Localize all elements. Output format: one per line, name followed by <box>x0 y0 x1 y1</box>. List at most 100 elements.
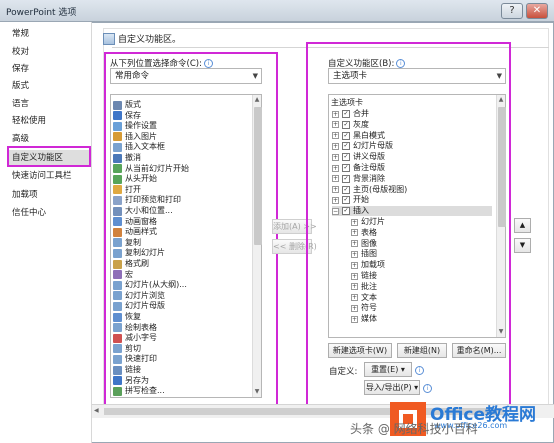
command-item[interactable]: 拼写检查... <box>113 386 165 396</box>
add-button[interactable]: 添加(A) >> <box>272 219 317 234</box>
scroll-up-icon[interactable]: ▲ <box>253 95 261 105</box>
command-list-scrollbar[interactable]: ▲ ▼ <box>252 95 262 397</box>
checkbox-checked-icon[interactable]: ✓ <box>342 131 350 140</box>
checkbox-checked-icon[interactable]: ✓ <box>342 196 350 205</box>
command-item[interactable]: 撤消 <box>113 153 141 163</box>
command-item[interactable]: 减小字号 <box>113 333 157 343</box>
new-group-button[interactable]: 新建组(N) <box>397 343 447 358</box>
checkbox-checked-icon[interactable]: ✓ <box>342 120 350 129</box>
expand-icon[interactable]: + <box>351 229 358 237</box>
command-item[interactable]: 打开 <box>113 185 141 195</box>
tree-group-item[interactable]: + 加载项 <box>351 260 385 270</box>
command-item[interactable]: 版式 <box>113 100 141 110</box>
command-list[interactable]: 版式 保存 操作设置 插入图片 插入文本框 撤消 从当前幻灯片开始 从头开始 打开 打印预览和打印… <box>110 94 262 398</box>
tree-group-item[interactable]: + 媒体 <box>351 314 377 324</box>
tree-group-item[interactable]: + 插图 <box>351 249 377 259</box>
ribbon-tree[interactable]: 主选项卡 + ✓ 合并 + ✓ 灰度 + ✓ 黑白模式 + ✓ 幻灯片母版 + ✓ 讲义母版 + ✓ 备注母版 + ✓ 背… <box>328 94 506 338</box>
scroll-thumb[interactable] <box>498 107 506 227</box>
tree-tab-item[interactable]: + ✓ 主页(母版视图) <box>332 185 407 195</box>
nav-item[interactable]: 信任中心 <box>0 205 92 222</box>
nav-item[interactable]: 保存 <box>0 61 92 78</box>
tree-tab-item[interactable]: + ✓ 黑白模式 <box>332 131 385 141</box>
command-item[interactable]: 插入图片 <box>113 132 157 142</box>
expand-icon[interactable]: + <box>351 218 358 226</box>
expand-icon[interactable]: + <box>351 283 358 291</box>
nav-item[interactable]: 轻松使用 <box>0 113 92 130</box>
command-item[interactable]: 快速打印 <box>113 354 157 364</box>
expand-icon[interactable]: + <box>332 186 339 194</box>
nav-item[interactable]: 版式 <box>0 78 92 95</box>
scroll-thumb[interactable] <box>254 107 262 245</box>
expand-icon[interactable]: + <box>332 153 339 161</box>
nav-item[interactable]: 加载项 <box>0 187 92 204</box>
collapse-icon[interactable]: − <box>332 207 339 215</box>
nav-item[interactable]: 常规 <box>0 26 92 43</box>
nav-item[interactable]: 快速访问工具栏 <box>0 168 92 185</box>
command-item[interactable]: 格式刷 <box>113 259 149 269</box>
tree-group-item[interactable]: + 链接 <box>351 271 377 281</box>
expand-icon[interactable]: + <box>351 250 358 258</box>
tree-tab-item[interactable]: + ✓ 幻灯片母版 <box>332 141 393 151</box>
nav-item[interactable]: 高级 <box>0 131 92 148</box>
expand-icon[interactable]: + <box>332 132 339 140</box>
command-item[interactable]: 操作设置 <box>113 121 157 131</box>
command-item[interactable]: 动画窗格 <box>113 217 157 227</box>
remove-button[interactable]: << 删除(R) <box>272 239 317 254</box>
tree-group-item[interactable]: + 图像 <box>351 239 377 249</box>
checkbox-checked-icon[interactable]: ✓ <box>342 174 350 183</box>
customize-ribbon-combo[interactable]: 主选项卡 ▼ <box>328 68 506 84</box>
nav-item[interactable]: 自定义功能区 <box>8 150 90 167</box>
tree-group-item[interactable]: + 批注 <box>351 282 377 292</box>
expand-icon[interactable]: + <box>332 175 339 183</box>
command-item[interactable]: 宏 <box>113 270 133 280</box>
scroll-up-icon[interactable]: ▲ <box>497 95 505 105</box>
command-item[interactable]: 复制 <box>113 238 141 248</box>
scroll-down-icon[interactable]: ▼ <box>253 387 261 397</box>
reset-button[interactable]: 重置(E) ▾ <box>364 362 412 377</box>
expand-icon[interactable]: + <box>351 304 358 312</box>
command-item[interactable]: 插入文本框 <box>113 142 165 152</box>
rename-button[interactable]: 重命名(M)... <box>452 343 506 358</box>
command-item[interactable]: 恢复 <box>113 312 141 322</box>
nav-item[interactable]: 语言 <box>0 96 92 113</box>
import-export-button[interactable]: 导入/导出(P) ▾ <box>364 380 420 395</box>
scroll-left-icon[interactable]: ◀ <box>94 407 102 416</box>
checkbox-checked-icon[interactable]: ✓ <box>342 110 350 118</box>
tree-tab-item[interactable]: − ✓ 插入 <box>332 206 492 217</box>
checkbox-checked-icon[interactable]: ✓ <box>342 153 350 162</box>
checkbox-checked-icon[interactable]: ✓ <box>342 207 350 216</box>
tree-tab-item[interactable]: + ✓ 讲义母版 <box>332 152 385 162</box>
scroll-down-icon[interactable]: ▼ <box>497 327 505 337</box>
checkbox-checked-icon[interactable]: ✓ <box>342 185 350 194</box>
command-item[interactable]: 保存 <box>113 111 141 121</box>
choose-from-combo[interactable]: 常用命令 ▼ <box>110 68 262 84</box>
tree-tab-item[interactable]: + ✓ 灰度 <box>332 120 369 130</box>
move-down-button[interactable]: ▼ <box>514 238 531 253</box>
expand-icon[interactable]: + <box>332 196 339 204</box>
command-item[interactable]: 幻灯片母版 <box>113 301 165 311</box>
checkbox-checked-icon[interactable]: ✓ <box>342 164 350 172</box>
command-item[interactable]: 打印预览和打印 <box>113 195 181 205</box>
tree-tab-item[interactable]: + ✓ 背景消除 <box>332 174 385 184</box>
expand-icon[interactable]: + <box>332 164 339 172</box>
checkbox-checked-icon[interactable]: ✓ <box>342 142 350 151</box>
command-item[interactable]: 动画样式 <box>113 227 157 237</box>
tree-group-item[interactable]: + 文本 <box>351 293 377 303</box>
ribbon-tree-scrollbar[interactable]: ▲ ▼ <box>496 95 506 337</box>
expand-icon[interactable]: + <box>351 294 358 302</box>
command-item[interactable]: 从当前幻灯片开始 <box>113 164 189 174</box>
tree-group-item[interactable]: + 幻灯片 <box>351 217 385 227</box>
command-item[interactable]: 从头开始 <box>113 174 157 184</box>
expand-icon[interactable]: + <box>351 261 358 269</box>
command-item[interactable]: 另存为 <box>113 376 149 386</box>
command-item[interactable]: 幻灯片浏览 <box>113 291 165 301</box>
nav-item[interactable]: 校对 <box>0 44 92 61</box>
new-tab-button[interactable]: 新建选项卡(W) <box>328 343 392 358</box>
command-item[interactable]: 绘制表格 <box>113 323 157 333</box>
expand-icon[interactable]: + <box>332 110 339 118</box>
tree-tab-item[interactable]: + ✓ 备注母版 <box>332 163 385 173</box>
command-item[interactable]: 幻灯片(从大纲)... <box>113 280 187 290</box>
command-item[interactable]: 剪切 <box>113 344 141 354</box>
command-item[interactable]: 大小和位置... <box>113 206 173 216</box>
expand-icon[interactable]: + <box>332 142 339 150</box>
